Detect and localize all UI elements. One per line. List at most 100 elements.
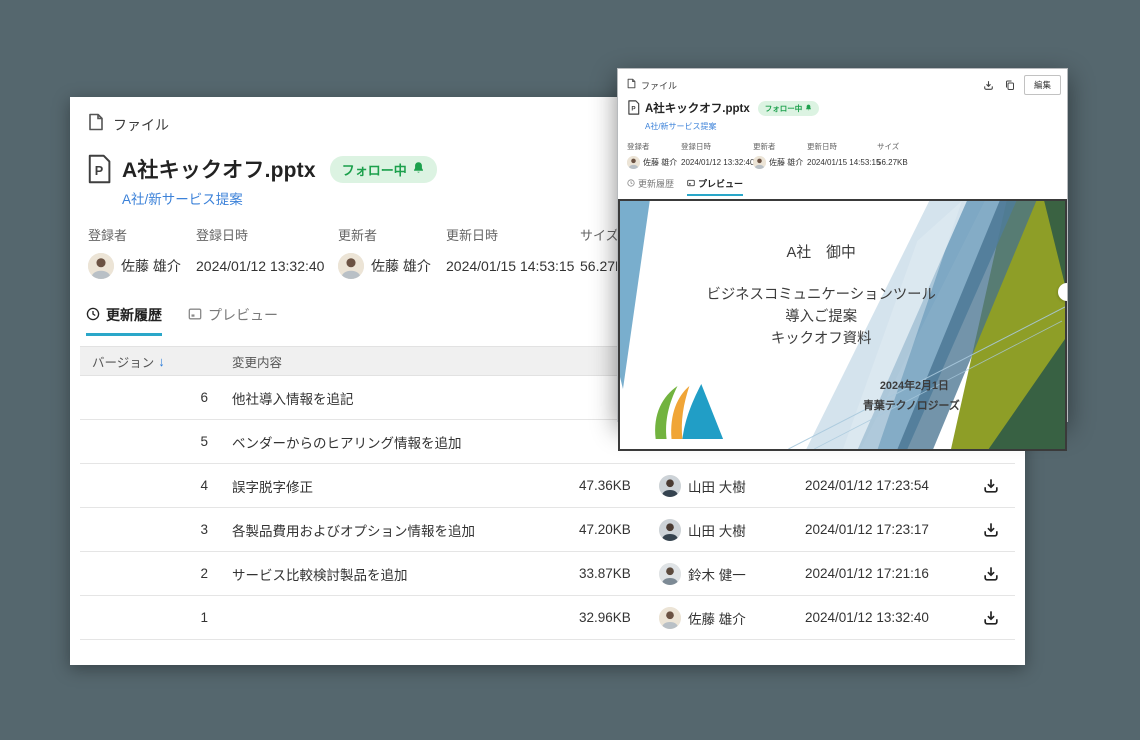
updater-label: 更新者 [753,141,807,152]
svg-text:P: P [631,105,635,112]
tab-preview[interactable]: プレビュー [188,305,278,336]
updated-at-value: 2024/01/15 14:53:15 [446,253,580,279]
follow-toggle[interactable]: フォロー中 [330,156,437,183]
app-title: ファイル [641,79,677,92]
table-row: 1 32.96KB 佐藤 雄介 2024/01/12 13:32:40 [80,596,1015,640]
preview-icon [188,307,202,324]
registered-at-label: 登録日時 [681,141,753,152]
avatar [88,253,114,279]
follow-toggle[interactable]: フォロー中 [758,101,820,116]
app-title: ファイル [113,115,169,135]
folder-breadcrumb-link[interactable]: A社/新サービス提案 [645,121,717,132]
slide-addressee: A社 御中 [787,244,856,261]
row-version: 4 [80,478,208,493]
edit-button[interactable]: 編集 [1024,75,1061,95]
row-version: 2 [80,566,208,581]
updater-value: 佐藤 雄介 [753,156,807,169]
tab-bar: 更新履歴 プレビュー [627,177,1067,196]
avatar [338,253,364,279]
row-size: 33.87KB [567,566,659,581]
slide-preview-pane: A社 御中 ビジネスコミュニケーションツール 導入ご提案 キックオフ資料 202… [618,199,1067,451]
pptx-file-icon: P [627,100,640,120]
row-size: 32.96KB [567,610,659,625]
row-datetime: 2024/01/12 17:23:54 [799,478,967,493]
slide-title-line1: ビジネスコミュニケーションツール [706,286,935,303]
version-column-header[interactable]: バージョン ↓ [80,352,208,371]
table-row: 4 誤字脱字修正 47.36KB 山田 大樹 2024/01/12 17:23:… [80,464,1015,508]
row-size: 47.36KB [567,478,659,493]
app-header: ファイル [627,76,677,94]
bell-icon [805,104,812,113]
tab-history[interactable]: 更新履歴 [86,305,162,336]
tab-history[interactable]: 更新履歴 [627,177,674,196]
tab-history-label: 更新履歴 [638,177,674,190]
tab-history-label: 更新履歴 [106,305,162,325]
file-app-icon [88,113,104,136]
slide-date: 2024年2月1日 [880,378,949,392]
avatar [659,563,681,585]
registrant-name: 佐藤 雄介 [643,157,677,168]
row-description: ベンダーからのヒアリング情報を追加 [208,432,567,452]
file-app-icon [627,76,636,94]
row-description: サービス比較検討製品を追加 [208,564,567,584]
download-button[interactable] [981,78,996,93]
avatar [753,156,766,169]
copy-icon[interactable] [1003,78,1017,93]
slide-title-line3: キックオフ資料 [771,330,872,347]
row-version: 3 [80,522,208,537]
size-label: サイズ [877,141,1067,152]
file-name: A社キックオフ.pptx [645,100,750,116]
folder-breadcrumb-link[interactable]: A社/新サービス提案 [122,188,243,208]
updated-at-label: 更新日時 [807,141,877,152]
version-header-label: バージョン [92,352,154,371]
registrant-label: 登録者 [627,141,681,152]
tab-preview-label: プレビュー [208,305,278,325]
registrant-value: 佐藤 雄介 [627,156,681,169]
row-description: 各製品費用およびオプション情報を追加 [208,520,567,540]
registered-at-value: 2024/01/12 13:32:40 [681,156,753,169]
row-version: 6 [80,390,208,405]
row-user: 山田 大樹 [659,519,799,541]
tab-preview[interactable]: プレビュー [687,177,743,196]
row-datetime: 2024/01/12 13:32:40 [799,610,967,625]
row-size: 47.20KB [567,522,659,537]
row-user: 山田 大樹 [659,475,799,497]
registrant-name: 佐藤 雄介 [121,256,181,276]
pptx-file-icon: P [86,154,112,189]
updated-at-label: 更新日時 [446,225,580,244]
updater-name: 佐藤 雄介 [371,256,431,276]
row-datetime: 2024/01/12 17:21:16 [799,566,967,581]
download-button[interactable] [979,562,1003,586]
row-user-name: 山田 大樹 [688,520,746,540]
size-value: 56.27KB [877,156,1067,169]
bell-icon [412,161,425,177]
download-button[interactable] [979,474,1003,498]
row-version: 1 [80,610,208,625]
slide-title-line2: 導入ご提案 [785,307,857,325]
row-datetime: 2024/01/12 17:23:17 [799,522,967,537]
description-column-header: 変更内容 [208,352,567,371]
row-description: 誤字脱字修正 [208,476,567,496]
table-row: 3 各製品費用およびオプション情報を追加 47.20KB 山田 大樹 2024/… [80,508,1015,552]
registrant-label: 登録者 [88,225,196,244]
row-user-name: 山田 大樹 [688,476,746,496]
download-button[interactable] [979,518,1003,542]
avatar [659,519,681,541]
row-user-name: 鈴木 健一 [688,564,746,584]
follow-label: フォロー中 [765,103,803,114]
clock-icon [86,307,100,324]
row-version: 5 [80,434,208,449]
slide-company: 青葉テクノロジーズ [863,398,960,412]
svg-text:P: P [95,164,104,178]
updater-label: 更新者 [338,225,446,244]
avatar [659,607,681,629]
registrant-value: 佐藤 雄介 [88,253,196,279]
updater-value: 佐藤 雄介 [338,253,446,279]
registered-at-label: 登録日時 [196,225,338,244]
row-user: 佐藤 雄介 [659,607,799,629]
follow-label: フォロー中 [342,160,407,179]
download-button[interactable] [979,606,1003,630]
updated-at-value: 2024/01/15 14:53:15 [807,156,877,169]
file-preview-window: ファイル 編集 P A社キックオフ.pptx [617,68,1068,422]
table-row: 2 サービス比較検討製品を追加 33.87KB 鈴木 健一 2024/01/12… [80,552,1015,596]
